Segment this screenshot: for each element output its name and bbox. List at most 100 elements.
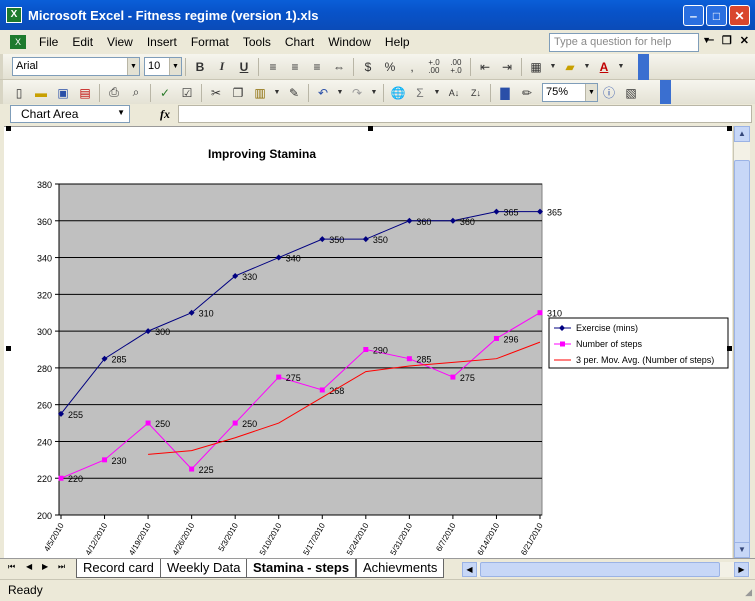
fill-color-icon[interactable]: ▰ [559,57,581,77]
selection-handle[interactable] [727,346,732,351]
chevron-down-icon[interactable]: ▼ [547,57,559,77]
align-center-icon[interactable]: ≡ [284,57,306,77]
print-preview-icon[interactable]: ⌕ [125,83,147,103]
font-name-combo[interactable]: Arial ▼ [12,57,140,76]
selection-handle[interactable] [368,126,373,131]
doc-restore-button[interactable]: ❐ [722,34,732,47]
insert-function-button[interactable]: fx [160,107,170,122]
underline-button[interactable]: U [233,57,255,77]
zoom-combo[interactable]: 75% ▼ [542,83,598,102]
merge-center-icon[interactable]: ⇔ [328,57,350,77]
save-icon[interactable]: ▣ [52,83,74,103]
tab-weekly-data[interactable]: Weekly Data [160,559,248,578]
permission-icon[interactable]: ▤ [74,83,96,103]
excel-app-icon[interactable]: X [6,7,22,23]
toolbar-options-button[interactable] [638,54,649,80]
bold-button[interactable]: B [189,57,211,77]
chart-sheet[interactable]: Improving Stamina 200 220 240 260 280 300 320 34… [4,126,732,558]
stamina-chart[interactable]: Improving Stamina 200 220 240 260 280 300 320 34… [4,127,732,558]
menu-window[interactable]: Window [321,35,378,49]
open-folder-icon[interactable]: ▬ [30,83,52,103]
chevron-down-icon[interactable]: ▼ [368,83,380,103]
align-left-icon[interactable]: ≡ [262,57,284,77]
menu-help[interactable]: Help [378,35,417,49]
increase-decimal-button[interactable]: +.0 .00 [423,57,445,77]
decrease-decimal-button[interactable]: .00 +.0 [445,57,467,77]
chevron-down-icon[interactable]: ▼ [585,84,597,101]
vertical-scrollbar[interactable]: ▲ ▼ [733,126,750,558]
chevron-down-icon[interactable]: ▼ [431,83,443,103]
menu-format[interactable]: Format [184,35,236,49]
toolbar-grip[interactable] [0,54,3,79]
increase-indent-icon[interactable]: ⇥ [496,57,518,77]
autosum-icon[interactable]: Σ [409,83,431,103]
chevron-down-icon[interactable]: ▼ [169,58,181,75]
tab-stamina-steps[interactable]: Stamina - steps [246,559,357,578]
selection-handle[interactable] [6,346,11,351]
prev-sheet-icon[interactable]: ◀ [26,562,32,571]
maximize-button[interactable]: □ [706,5,727,26]
chevron-down-icon[interactable]: ▼ [334,83,346,103]
close-button[interactable]: ✕ [729,5,750,26]
menu-insert[interactable]: Insert [140,35,184,49]
redo-icon[interactable]: ↷ [346,83,368,103]
paste-icon[interactable]: ▥ [249,83,271,103]
menu-tools[interactable]: Tools [236,35,278,49]
scroll-down-icon[interactable]: ▼ [734,542,750,558]
copy-icon[interactable]: ❐ [227,83,249,103]
next-sheet-icon[interactable]: ▶ [42,562,48,571]
chevron-down-icon[interactable]: ▼ [271,83,283,103]
align-right-icon[interactable]: ≡ [306,57,328,77]
font-color-icon[interactable]: A [593,57,615,77]
selection-handle[interactable] [727,126,732,131]
percent-button[interactable]: % [379,57,401,77]
tab-achievments[interactable]: Achievments [356,559,445,578]
menu-file[interactable]: File [32,35,65,49]
sort-descending-icon[interactable]: Z↓ [465,83,487,103]
spelling-icon[interactable]: ✓ [154,83,176,103]
drawing-icon[interactable]: ✏ [516,83,538,103]
toolbar-grip[interactable] [0,80,3,105]
tab-record-card[interactable]: Record card [76,559,161,578]
comma-button[interactable]: , [401,57,423,77]
doc-close-button[interactable]: ✕ [740,34,749,47]
minimize-button[interactable]: ‒ [683,5,704,26]
chevron-down-icon[interactable]: ▼ [615,57,627,77]
research-icon[interactable]: ☑ [176,83,198,103]
menu-edit[interactable]: Edit [65,35,100,49]
borders-icon[interactable]: ▦ [525,57,547,77]
help-icon[interactable]: ⓘ [598,83,620,103]
decrease-indent-icon[interactable]: ⇤ [474,57,496,77]
chevron-down-icon[interactable]: ▼ [127,58,139,75]
chevron-down-icon[interactable]: ▼ [581,57,593,77]
menu-view[interactable]: View [100,35,140,49]
undo-icon[interactable]: ↶ [312,83,334,103]
formula-input[interactable] [178,105,752,123]
new-document-icon[interactable]: ▯ [8,83,30,103]
sort-ascending-icon[interactable]: A↓ [443,83,465,103]
scroll-left-icon[interactable]: ◀ [462,562,477,577]
chart-wizard-icon[interactable]: ▇ [494,83,516,103]
print-icon[interactable]: ⎙ [103,83,125,103]
currency-button[interactable]: $ [357,57,379,77]
toolbar-options-button[interactable] [660,80,671,106]
vertical-scroll-thumb[interactable] [734,160,750,550]
document-icon[interactable]: X [10,35,26,49]
resize-grip-icon[interactable]: ◢ [745,587,752,598]
help-search-input[interactable]: Type a question for help [549,33,699,52]
last-sheet-icon[interactable]: ⏭ [58,562,65,572]
name-box[interactable]: Chart Area ▼ [10,105,130,123]
chevron-down-icon[interactable]: ▼ [117,108,125,117]
cut-icon[interactable]: ✂ [205,83,227,103]
doc-minimize-button[interactable]: ‒ [708,34,714,47]
italic-button[interactable]: I [211,57,233,77]
scroll-right-icon[interactable]: ▶ [734,562,749,577]
read-icon[interactable]: ▧ [620,83,642,103]
scroll-up-icon[interactable]: ▲ [734,126,750,142]
horizontal-scrollbar[interactable]: ◀ ▶ [462,562,750,577]
hyperlink-icon[interactable]: 🌐 [387,83,409,103]
menu-chart[interactable]: Chart [278,35,321,49]
selection-handle[interactable] [6,126,11,131]
horizontal-scroll-thumb[interactable] [480,562,720,577]
first-sheet-icon[interactable]: ⏮ [8,562,15,572]
